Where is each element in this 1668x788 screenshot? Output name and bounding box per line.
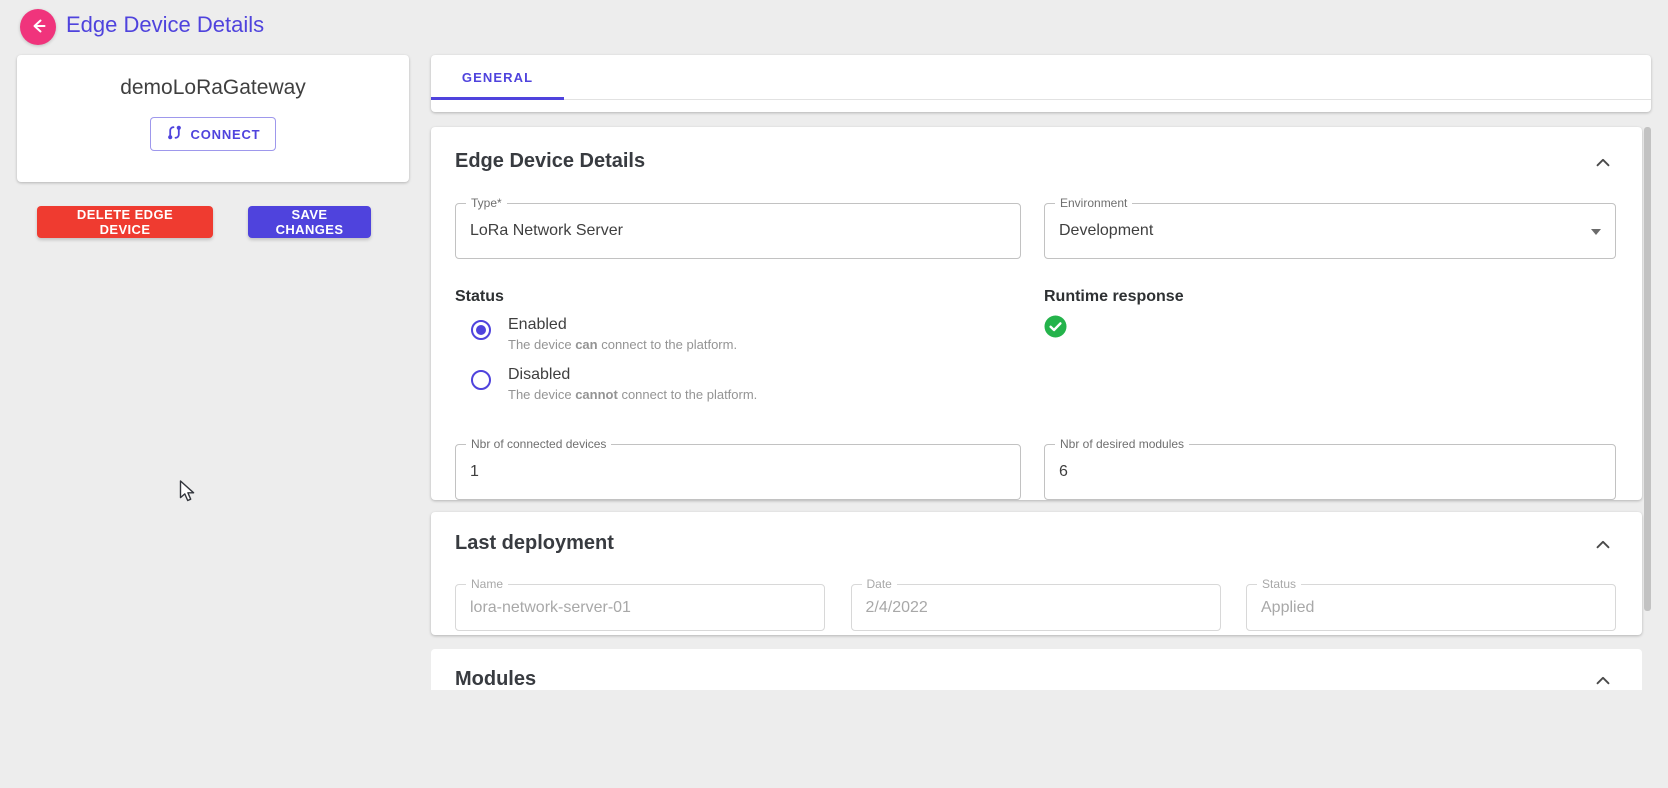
tab-general[interactable]: GENERAL	[431, 55, 564, 100]
radio-enabled-description: The device can connect to the platform.	[508, 337, 737, 352]
deployment-name-value: lora-network-server-01	[470, 599, 631, 617]
scrollbar-thumb[interactable]	[1644, 127, 1651, 611]
deployment-name-field: Name lora-network-server-01	[455, 584, 825, 631]
save-changes-button[interactable]: SAVE CHANGES	[248, 206, 371, 238]
environment-select-label: Environment	[1055, 196, 1132, 210]
status-radio-enabled[interactable]: Enabled The device can connect to the pl…	[455, 314, 1021, 352]
environment-select-value: Development	[1059, 222, 1153, 240]
collapse-details-button[interactable]	[1590, 150, 1616, 176]
type-field-label: Type*	[466, 196, 507, 210]
collapse-modules-button[interactable]	[1590, 668, 1616, 694]
modules-section: Modules	[431, 649, 1642, 690]
collapse-deployment-button[interactable]	[1590, 532, 1616, 558]
deployment-status-value: Applied	[1261, 599, 1314, 617]
scrollbar[interactable]	[1644, 127, 1651, 690]
chevron-up-icon	[1592, 544, 1614, 559]
caret-down-icon	[1591, 229, 1601, 235]
deployment-status-field: Status Applied	[1246, 584, 1616, 631]
section-title-details: Edge Device Details	[455, 150, 645, 173]
status-group-label: Status	[455, 288, 1021, 306]
desired-modules-value: 6	[1059, 463, 1068, 481]
connected-devices-field[interactable]: Nbr of connected devices 1	[455, 444, 1021, 500]
type-field-value: LoRa Network Server	[470, 222, 623, 240]
mouse-cursor	[179, 480, 197, 504]
radio-disabled-description: The device cannot connect to the platfor…	[508, 387, 757, 402]
tab-strip: GENERAL	[431, 55, 1651, 100]
section-title-deployment: Last deployment	[455, 532, 614, 555]
section-title-modules: Modules	[455, 668, 536, 691]
radio-unselected-icon[interactable]	[471, 370, 491, 390]
radio-disabled-label: Disabled	[508, 364, 757, 385]
chevron-up-icon	[1592, 162, 1614, 177]
device-name: demoLoRaGateway	[17, 76, 409, 100]
deployment-name-label: Name	[466, 577, 508, 591]
deployment-date-label: Date	[862, 577, 897, 591]
back-button[interactable]	[20, 9, 56, 45]
tab-bar: GENERAL	[431, 55, 1651, 112]
type-field[interactable]: Type* LoRa Network Server	[455, 203, 1021, 259]
page-title: Edge Device Details	[66, 12, 264, 38]
device-summary-card: demoLoRaGateway CONNECT	[17, 55, 409, 182]
radio-enabled-label: Enabled	[508, 314, 737, 335]
arrow-left-icon	[28, 16, 48, 39]
chevron-up-icon	[1592, 680, 1614, 695]
delete-edge-device-button[interactable]: DELETE EDGE DEVICE	[37, 206, 213, 238]
environment-select[interactable]: Environment Development	[1044, 203, 1616, 259]
status-radio-disabled[interactable]: Disabled The device cannot connect to th…	[455, 364, 1021, 402]
deployment-status-label: Status	[1257, 577, 1301, 591]
last-deployment-section: Last deployment Name lora-network-server…	[431, 512, 1642, 635]
connect-button-label: CONNECT	[191, 127, 261, 142]
deployment-date-value: 2/4/2022	[866, 599, 928, 617]
radio-selected-icon[interactable]	[471, 320, 491, 340]
connected-devices-label: Nbr of connected devices	[466, 437, 611, 451]
deployment-date-field: Date 2/4/2022	[851, 584, 1221, 631]
edge-device-details-page: Edge Device Details demoLoRaGateway CONN…	[0, 0, 1668, 788]
edge-device-details-section: Edge Device Details Type* LoRa Network S…	[431, 127, 1642, 500]
connect-button[interactable]: CONNECT	[150, 117, 277, 151]
connect-icon	[166, 124, 183, 144]
check-circle-icon	[1044, 315, 1616, 338]
runtime-response-label: Runtime response	[1044, 288, 1616, 306]
connected-devices-value: 1	[470, 463, 479, 481]
desired-modules-label: Nbr of desired modules	[1055, 437, 1189, 451]
active-tab-indicator	[431, 97, 564, 100]
desired-modules-field[interactable]: Nbr of desired modules 6	[1044, 444, 1616, 500]
